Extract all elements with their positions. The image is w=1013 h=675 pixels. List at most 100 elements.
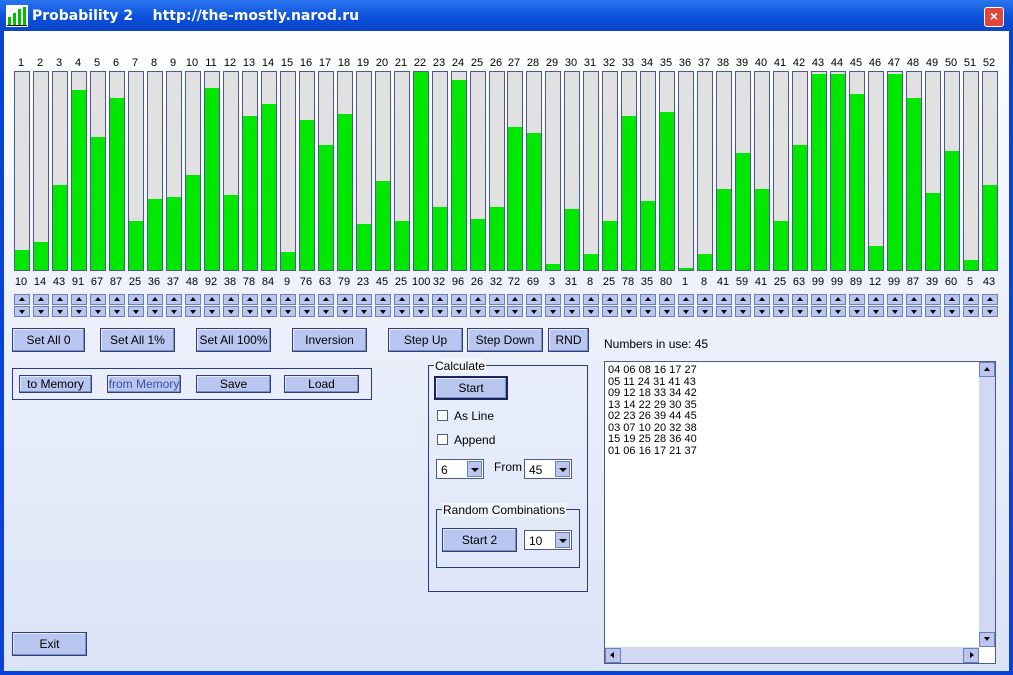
start-button[interactable]: Start <box>434 376 508 400</box>
decrement-button[interactable] <box>849 306 865 317</box>
probability-bar[interactable] <box>166 71 182 271</box>
from-select-arrow[interactable] <box>555 461 570 477</box>
increment-button[interactable] <box>868 294 884 305</box>
increment-button[interactable] <box>432 294 448 305</box>
probability-bar[interactable] <box>507 71 523 271</box>
decrement-button[interactable] <box>564 306 580 317</box>
probability-bar[interactable] <box>773 71 789 271</box>
decrement-button[interactable] <box>166 306 182 317</box>
probability-bar[interactable] <box>583 71 599 271</box>
increment-button[interactable] <box>204 294 220 305</box>
decrement-button[interactable] <box>906 306 922 317</box>
increment-button[interactable] <box>52 294 68 305</box>
increment-button[interactable] <box>375 294 391 305</box>
increment-button[interactable] <box>621 294 637 305</box>
probability-bar[interactable] <box>337 71 353 271</box>
decrement-button[interactable] <box>678 306 694 317</box>
probability-bar[interactable] <box>735 71 751 271</box>
decrement-button[interactable] <box>242 306 258 317</box>
decrement-button[interactable] <box>697 306 713 317</box>
decrement-button[interactable] <box>261 306 277 317</box>
decrement-button[interactable] <box>963 306 979 317</box>
decrement-button[interactable] <box>640 306 656 317</box>
increment-button[interactable] <box>394 294 410 305</box>
decrement-button[interactable] <box>659 306 675 317</box>
probability-bar[interactable] <box>564 71 580 271</box>
increment-button[interactable] <box>489 294 505 305</box>
set-all-100-button[interactable]: Set All 100% <box>196 328 271 352</box>
decrement-button[interactable] <box>280 306 296 317</box>
decrement-button[interactable] <box>223 306 239 317</box>
probability-bar[interactable] <box>71 71 87 271</box>
increment-button[interactable] <box>337 294 353 305</box>
decrement-button[interactable] <box>413 306 429 317</box>
probability-bar[interactable] <box>413 71 429 271</box>
count-select-arrow[interactable] <box>467 461 482 477</box>
decrement-button[interactable] <box>147 306 163 317</box>
decrement-button[interactable] <box>375 306 391 317</box>
decrement-button[interactable] <box>489 306 505 317</box>
decrement-button[interactable] <box>792 306 808 317</box>
decrement-button[interactable] <box>14 306 30 317</box>
inversion-button[interactable]: Inversion <box>292 328 367 352</box>
probability-bar[interactable] <box>982 71 998 271</box>
probability-bar[interactable] <box>640 71 656 271</box>
decrement-button[interactable] <box>128 306 144 317</box>
probability-bar[interactable] <box>14 71 30 271</box>
decrement-button[interactable] <box>432 306 448 317</box>
decrement-button[interactable] <box>71 306 87 317</box>
probability-bar[interactable] <box>963 71 979 271</box>
decrement-button[interactable] <box>773 306 789 317</box>
probability-bar[interactable] <box>299 71 315 271</box>
random-count-select[interactable]: 10 <box>524 530 572 550</box>
increment-button[interactable] <box>280 294 296 305</box>
increment-button[interactable] <box>735 294 751 305</box>
as-line-checkbox[interactable] <box>437 410 448 421</box>
decrement-button[interactable] <box>299 306 315 317</box>
decrement-button[interactable] <box>868 306 884 317</box>
probability-bar[interactable] <box>659 71 675 271</box>
horizontal-scrollbar[interactable] <box>605 647 979 663</box>
increment-button[interactable] <box>602 294 618 305</box>
probability-bar[interactable] <box>90 71 106 271</box>
probability-bar[interactable] <box>470 71 486 271</box>
increment-button[interactable] <box>564 294 580 305</box>
decrement-button[interactable] <box>204 306 220 317</box>
increment-button[interactable] <box>830 294 846 305</box>
decrement-button[interactable] <box>811 306 827 317</box>
probability-bar[interactable] <box>147 71 163 271</box>
probability-bar[interactable] <box>204 71 220 271</box>
increment-button[interactable] <box>413 294 429 305</box>
scroll-up-button[interactable] <box>979 362 995 377</box>
title-bar[interactable]: Probability 2 http://the-mostly.narod.ru… <box>0 0 1013 31</box>
decrement-button[interactable] <box>318 306 334 317</box>
increment-button[interactable] <box>71 294 87 305</box>
probability-bar[interactable] <box>944 71 960 271</box>
decrement-button[interactable] <box>470 306 486 317</box>
probability-bar[interactable] <box>830 71 846 271</box>
increment-button[interactable] <box>640 294 656 305</box>
probability-bar[interactable] <box>33 71 49 271</box>
save-button[interactable]: Save <box>196 375 271 393</box>
from-memory-button[interactable]: from Memory <box>107 375 181 393</box>
probability-bar[interactable] <box>792 71 808 271</box>
probability-bar[interactable] <box>356 71 372 271</box>
increment-button[interactable] <box>887 294 903 305</box>
increment-button[interactable] <box>944 294 960 305</box>
set-all-1-button[interactable]: Set All 1% <box>100 328 175 352</box>
decrement-button[interactable] <box>451 306 467 317</box>
decrement-button[interactable] <box>185 306 201 317</box>
increment-button[interactable] <box>811 294 827 305</box>
probability-bar[interactable] <box>678 71 694 271</box>
probability-bar[interactable] <box>261 71 277 271</box>
increment-button[interactable] <box>451 294 467 305</box>
decrement-button[interactable] <box>356 306 372 317</box>
probability-bar[interactable] <box>242 71 258 271</box>
increment-button[interactable] <box>242 294 258 305</box>
increment-button[interactable] <box>318 294 334 305</box>
probability-bar[interactable] <box>185 71 201 271</box>
decrement-button[interactable] <box>982 306 998 317</box>
increment-button[interactable] <box>90 294 106 305</box>
decrement-button[interactable] <box>545 306 561 317</box>
increment-button[interactable] <box>14 294 30 305</box>
